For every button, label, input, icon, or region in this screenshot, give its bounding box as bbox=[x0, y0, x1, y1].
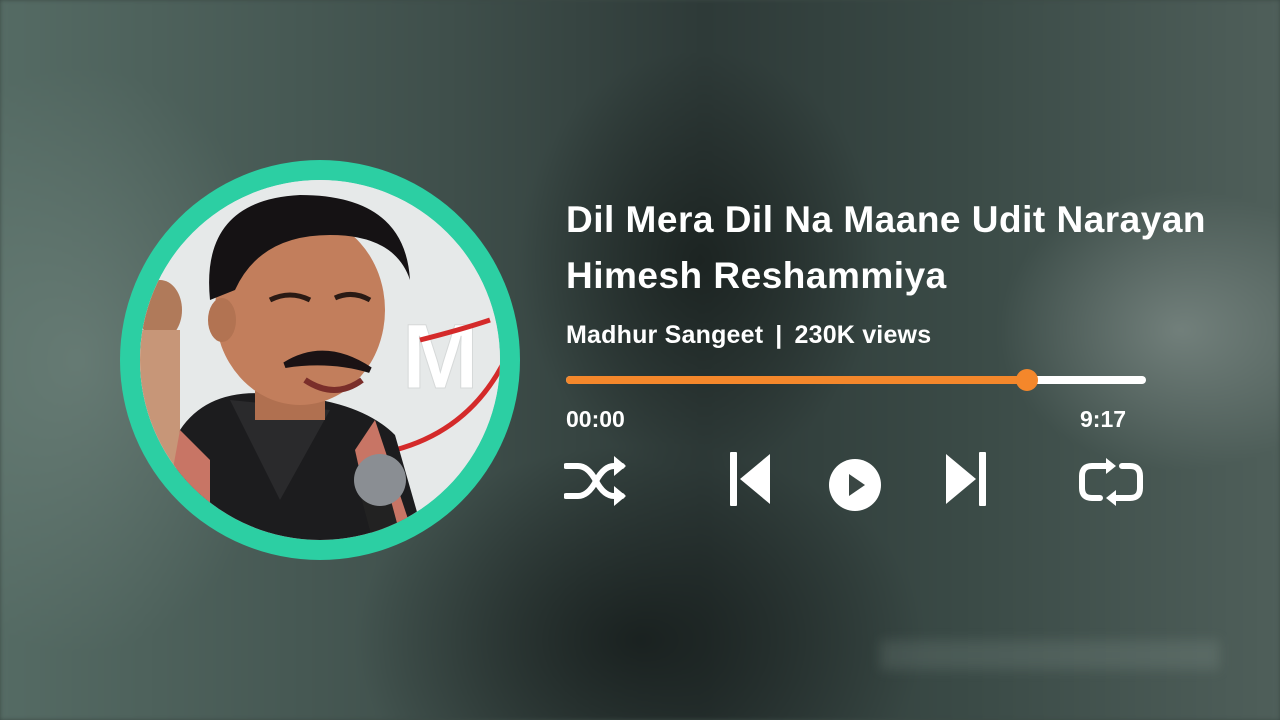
album-art: M bbox=[140, 180, 500, 540]
previous-button[interactable] bbox=[728, 450, 774, 508]
progress-knob[interactable] bbox=[1016, 369, 1039, 391]
repeat-icon bbox=[1079, 458, 1143, 506]
next-icon bbox=[946, 452, 986, 506]
current-time: 00:00 bbox=[566, 406, 625, 432]
song-title: Dil Mera Dil Na Maane Udit Narayan Himes… bbox=[566, 199, 1207, 296]
next-button[interactable] bbox=[942, 450, 988, 508]
singer-photo: M bbox=[140, 180, 500, 540]
progress-fill bbox=[566, 376, 1028, 384]
shuffle-icon bbox=[564, 456, 626, 506]
duration: 9:17 bbox=[1080, 406, 1127, 432]
background-decoration-stripe bbox=[880, 640, 1220, 670]
logo-letter: M bbox=[402, 306, 479, 408]
play-button[interactable] bbox=[828, 458, 882, 512]
play-icon bbox=[829, 459, 881, 511]
song-meta: Madhur Sangeet | 230K views bbox=[566, 321, 931, 350]
meta-separator: | bbox=[775, 321, 783, 349]
progress-bar[interactable] bbox=[566, 369, 1146, 391]
view-count: 230K views bbox=[794, 321, 932, 349]
shuffle-button[interactable] bbox=[564, 452, 630, 510]
channel-name[interactable]: Madhur Sangeet bbox=[566, 321, 763, 349]
repeat-button[interactable] bbox=[1078, 458, 1144, 508]
previous-icon bbox=[730, 452, 770, 506]
